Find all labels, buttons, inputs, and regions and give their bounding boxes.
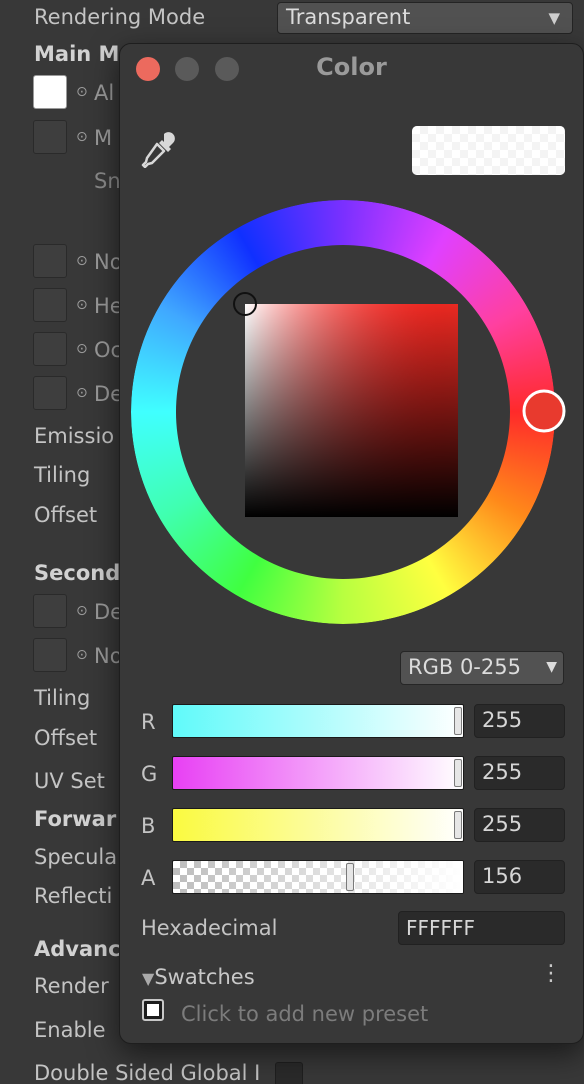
object-picker-icon[interactable]: ⊙	[76, 129, 88, 145]
forward-options-header: Forwar	[34, 807, 117, 831]
rendering-mode-value: Transparent	[286, 5, 411, 29]
current-color-fill	[412, 126, 565, 175]
green-value-field[interactable]: 255	[474, 756, 565, 790]
metallic-texture-slot[interactable]	[33, 120, 67, 154]
red-channel-label: R	[141, 710, 156, 734]
object-picker-icon[interactable]: ⊙	[76, 84, 88, 100]
rendering-mode-label: Rendering Mode	[34, 5, 206, 29]
double-sided-gi-checkbox[interactable]	[275, 1062, 303, 1084]
swatches-label: Swatches	[154, 965, 255, 989]
main-maps-header: Main M	[34, 42, 120, 66]
object-picker-icon[interactable]: ⊙	[76, 603, 88, 619]
green-slider[interactable]	[172, 756, 464, 790]
chevron-down-icon: ▼	[546, 659, 557, 675]
uv-set-label: UV Set	[34, 769, 105, 793]
title-bar[interactable]: Color	[120, 44, 583, 94]
add-preset-hint: Click to add new preset	[181, 1002, 429, 1026]
blue-slider[interactable]	[172, 808, 464, 842]
rendering-mode-dropdown[interactable]: Transparent ▼	[277, 2, 573, 34]
current-color-preview	[412, 126, 565, 175]
normal-texture-slot[interactable]	[33, 244, 67, 278]
red-slider-handle[interactable]	[454, 707, 462, 735]
object-picker-icon[interactable]: ⊙	[76, 341, 88, 357]
offset-label: Offset	[34, 503, 98, 527]
color-picker-window: Color RGB 0-255 ▼ R 255 G 255 B 255 A 15…	[119, 43, 584, 1044]
secondary-maps-header: Second	[34, 561, 121, 585]
tiling-label: Tiling	[34, 463, 91, 487]
detail-albedo-texture-slot[interactable]	[33, 594, 67, 628]
triangle-down-icon: ▼	[142, 969, 155, 988]
albedo-texture-slot[interactable]	[33, 75, 67, 109]
color-mode-dropdown[interactable]: RGB 0-255 ▼	[400, 651, 564, 685]
swatches-foldout[interactable]: ▼Swatches	[142, 965, 255, 989]
albedo-label: Al	[94, 81, 115, 105]
object-picker-icon[interactable]: ⊙	[76, 253, 88, 269]
detail-normal-texture-slot[interactable]	[33, 638, 67, 672]
blue-channel-label: B	[141, 814, 156, 838]
hexadecimal-field[interactable]: FFFFFF	[398, 911, 565, 945]
alpha-slider-handle[interactable]	[346, 863, 354, 891]
detail-mask-texture-slot[interactable]	[33, 376, 67, 410]
window-title: Color	[316, 53, 387, 81]
object-picker-icon[interactable]: ⊙	[76, 297, 88, 313]
more-options-icon[interactable]: ⋮	[540, 961, 562, 986]
color-mode-value: RGB 0-255	[408, 655, 521, 679]
green-channel-label: G	[141, 762, 158, 786]
red-value-field[interactable]: 255	[474, 704, 565, 738]
green-slider-handle[interactable]	[454, 759, 462, 787]
add-preset-button[interactable]	[142, 999, 164, 1021]
enable-gpu-instancing-label: Enable	[34, 1018, 106, 1042]
offset-secondary-label: Offset	[34, 726, 98, 750]
hue-selector-handle[interactable]	[522, 389, 566, 433]
render-queue-label: Render	[34, 974, 109, 998]
advanced-options-header: Advanc	[34, 937, 121, 961]
occlusion-label: Oc	[94, 338, 123, 362]
object-picker-icon[interactable]: ⊙	[76, 647, 88, 663]
hexadecimal-label: Hexadecimal	[141, 916, 278, 940]
chevron-down-icon: ▼	[548, 9, 560, 27]
color-wheel[interactable]	[120, 192, 584, 632]
specular-label: Specula	[34, 845, 118, 869]
object-picker-icon[interactable]: ⊙	[76, 385, 88, 401]
alpha-channel-label: A	[141, 866, 156, 890]
metallic-label: M	[94, 126, 113, 150]
blue-slider-handle[interactable]	[454, 811, 462, 839]
alpha-value-field[interactable]: 156	[474, 860, 565, 894]
reflections-label: Reflecti	[34, 884, 113, 908]
emission-label: Emissio	[34, 424, 115, 448]
red-slider[interactable]	[172, 704, 464, 738]
double-sided-gi-label: Double Sided Global I	[34, 1061, 261, 1084]
height-texture-slot[interactable]	[33, 288, 67, 322]
blue-value-field[interactable]: 255	[474, 808, 565, 842]
eyedropper-icon[interactable]	[140, 130, 178, 168]
tiling-secondary-label: Tiling	[34, 686, 91, 710]
smoothness-label: Sn	[94, 169, 121, 193]
alpha-slider[interactable]	[172, 860, 464, 894]
occlusion-texture-slot[interactable]	[33, 332, 67, 366]
